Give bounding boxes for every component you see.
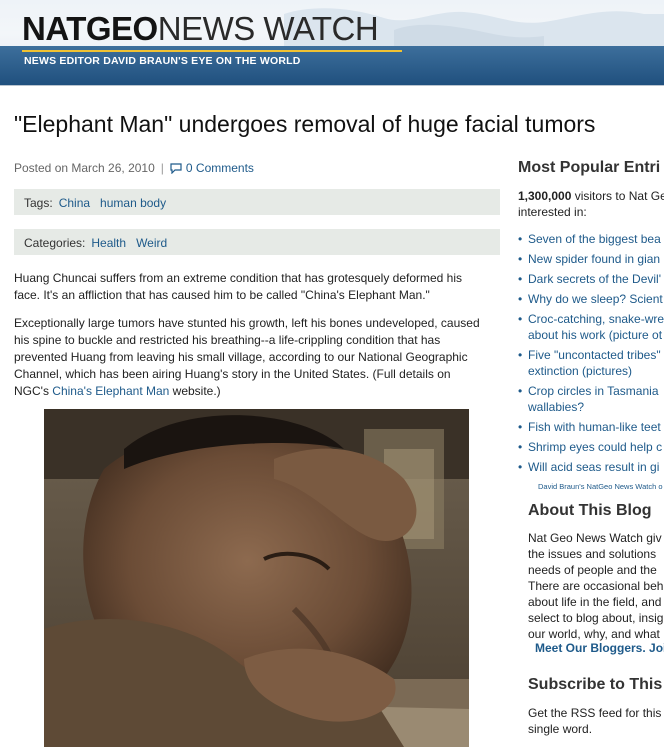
paragraph-line: Huang Chuncai suffers from an extreme co… bbox=[14, 271, 463, 285]
visitors-desc-2: interested in: bbox=[518, 205, 587, 219]
photo-illustration bbox=[44, 409, 469, 747]
paragraph-2: Exceptionally large tumors have stunted … bbox=[14, 315, 492, 400]
visitors-desc: visitors to Nat Ge bbox=[571, 189, 664, 203]
post-meta: Posted on March 26, 2010 | 0 Comments bbox=[14, 161, 254, 177]
popular-item[interactable]: Seven of the biggest bea bbox=[518, 231, 664, 247]
tags-label: Tags: bbox=[24, 196, 53, 210]
subscribe-text: Get the RSS feed for this single word. bbox=[528, 705, 661, 737]
popular-heading: Most Popular Entri bbox=[518, 159, 661, 176]
paragraph-line: Exceptionally large tumors have stunted … bbox=[14, 316, 480, 330]
popular-item[interactable]: Shrimp eyes could help c bbox=[518, 439, 664, 455]
about-line: Nat Geo News Watch giv bbox=[528, 531, 662, 545]
categories-box: Categories: Health Weird bbox=[14, 229, 500, 255]
popular-item[interactable]: Dark secrets of the Devil' bbox=[518, 271, 664, 287]
masthead: NATGEONEWS WATCH NEWS EDITOR DAVID BRAUN… bbox=[0, 0, 664, 86]
credit-link[interactable]: David Braun's NatGeo News Watch o bbox=[538, 482, 663, 491]
popular-item[interactable]: Five "uncontacted tribes" bbox=[518, 347, 664, 363]
subscribe-line: single word. bbox=[528, 722, 593, 736]
popular-item-continued[interactable]: extinction (pictures) bbox=[518, 363, 664, 379]
about-line: select to blog about, insig bbox=[528, 611, 664, 625]
tag-link-human-body[interactable]: human body bbox=[100, 196, 166, 210]
paragraph-line: Channel, which has been airing Huang's s… bbox=[14, 367, 451, 381]
logo-underline bbox=[22, 50, 402, 52]
paragraph-line: NGC's China's Elephant Man website.) bbox=[14, 383, 492, 400]
paragraph-line: prevented Huang from leaving his small v… bbox=[14, 350, 468, 364]
popular-item[interactable]: New spider found in gian bbox=[518, 251, 664, 267]
comment-icon bbox=[170, 163, 182, 177]
popular-item[interactable]: Why do we sleep? Scient bbox=[518, 291, 664, 307]
category-link-weird[interactable]: Weird bbox=[136, 236, 167, 250]
logo-light-text: NEWS WATCH bbox=[157, 10, 379, 47]
paragraph-line: his spine to buckle and restricted his b… bbox=[14, 333, 441, 347]
categories-label: Categories: bbox=[24, 236, 86, 250]
about-line: the issues and solutions bbox=[528, 547, 657, 561]
tags-box: Tags: China human body bbox=[14, 189, 500, 215]
popular-item[interactable]: Fish with human-like teet bbox=[518, 419, 664, 435]
popular-item[interactable]: Crop circles in Tasmania bbox=[518, 383, 664, 399]
paragraph-text: NGC's bbox=[14, 384, 53, 398]
meet-bloggers-link[interactable]: Meet Our Bloggers. Joi bbox=[535, 641, 664, 655]
about-line: There are occasional beh bbox=[528, 579, 664, 593]
comments-link[interactable]: 0 Comments bbox=[186, 161, 254, 175]
popular-item[interactable]: Croc-catching, snake-wre bbox=[518, 311, 664, 327]
paragraph-line: face. It's an affliction that has caused… bbox=[14, 288, 430, 302]
logo-bold-text: NATGEO bbox=[22, 10, 158, 47]
about-line: about life in the field, and bbox=[528, 595, 662, 609]
site-logo[interactable]: NATGEONEWS WATCH bbox=[22, 10, 379, 47]
visitors-text: 1,300,000 visitors to Nat Ge interested … bbox=[518, 188, 664, 220]
elephant-man-link[interactable]: China's Elephant Man bbox=[52, 384, 169, 398]
visitors-count: 1,300,000 bbox=[518, 189, 572, 203]
subscribe-heading: Subscribe to This bbox=[528, 676, 663, 693]
site-tagline: NEWS EDITOR DAVID BRAUN'S EYE ON THE WOR… bbox=[24, 55, 301, 67]
category-link-health[interactable]: Health bbox=[91, 236, 126, 250]
post-date: Posted on March 26, 2010 bbox=[14, 161, 155, 175]
article-photo bbox=[44, 409, 469, 747]
paragraph-text: website.) bbox=[169, 384, 221, 398]
about-line: needs of people and the bbox=[528, 563, 657, 577]
popular-item-continued[interactable]: about his work (picture ot bbox=[518, 327, 664, 343]
about-heading: About This Blog bbox=[528, 502, 652, 519]
subscribe-line: Get the RSS feed for this bbox=[528, 706, 662, 720]
about-line: our world, why, and what bbox=[528, 627, 660, 641]
article-title: "Elephant Man" undergoes removal of huge… bbox=[14, 111, 596, 137]
about-text: Nat Geo News Watch giv the issues and so… bbox=[528, 530, 663, 642]
popular-list: Seven of the biggest bea New spider foun… bbox=[518, 231, 664, 479]
popular-item[interactable]: Will acid seas result in gi bbox=[518, 459, 664, 475]
popular-item-continued[interactable]: wallabies? bbox=[518, 399, 664, 415]
paragraph-1: Huang Chuncai suffers from an extreme co… bbox=[14, 270, 492, 304]
meta-separator: | bbox=[160, 161, 164, 175]
tag-link-china[interactable]: China bbox=[59, 196, 90, 210]
